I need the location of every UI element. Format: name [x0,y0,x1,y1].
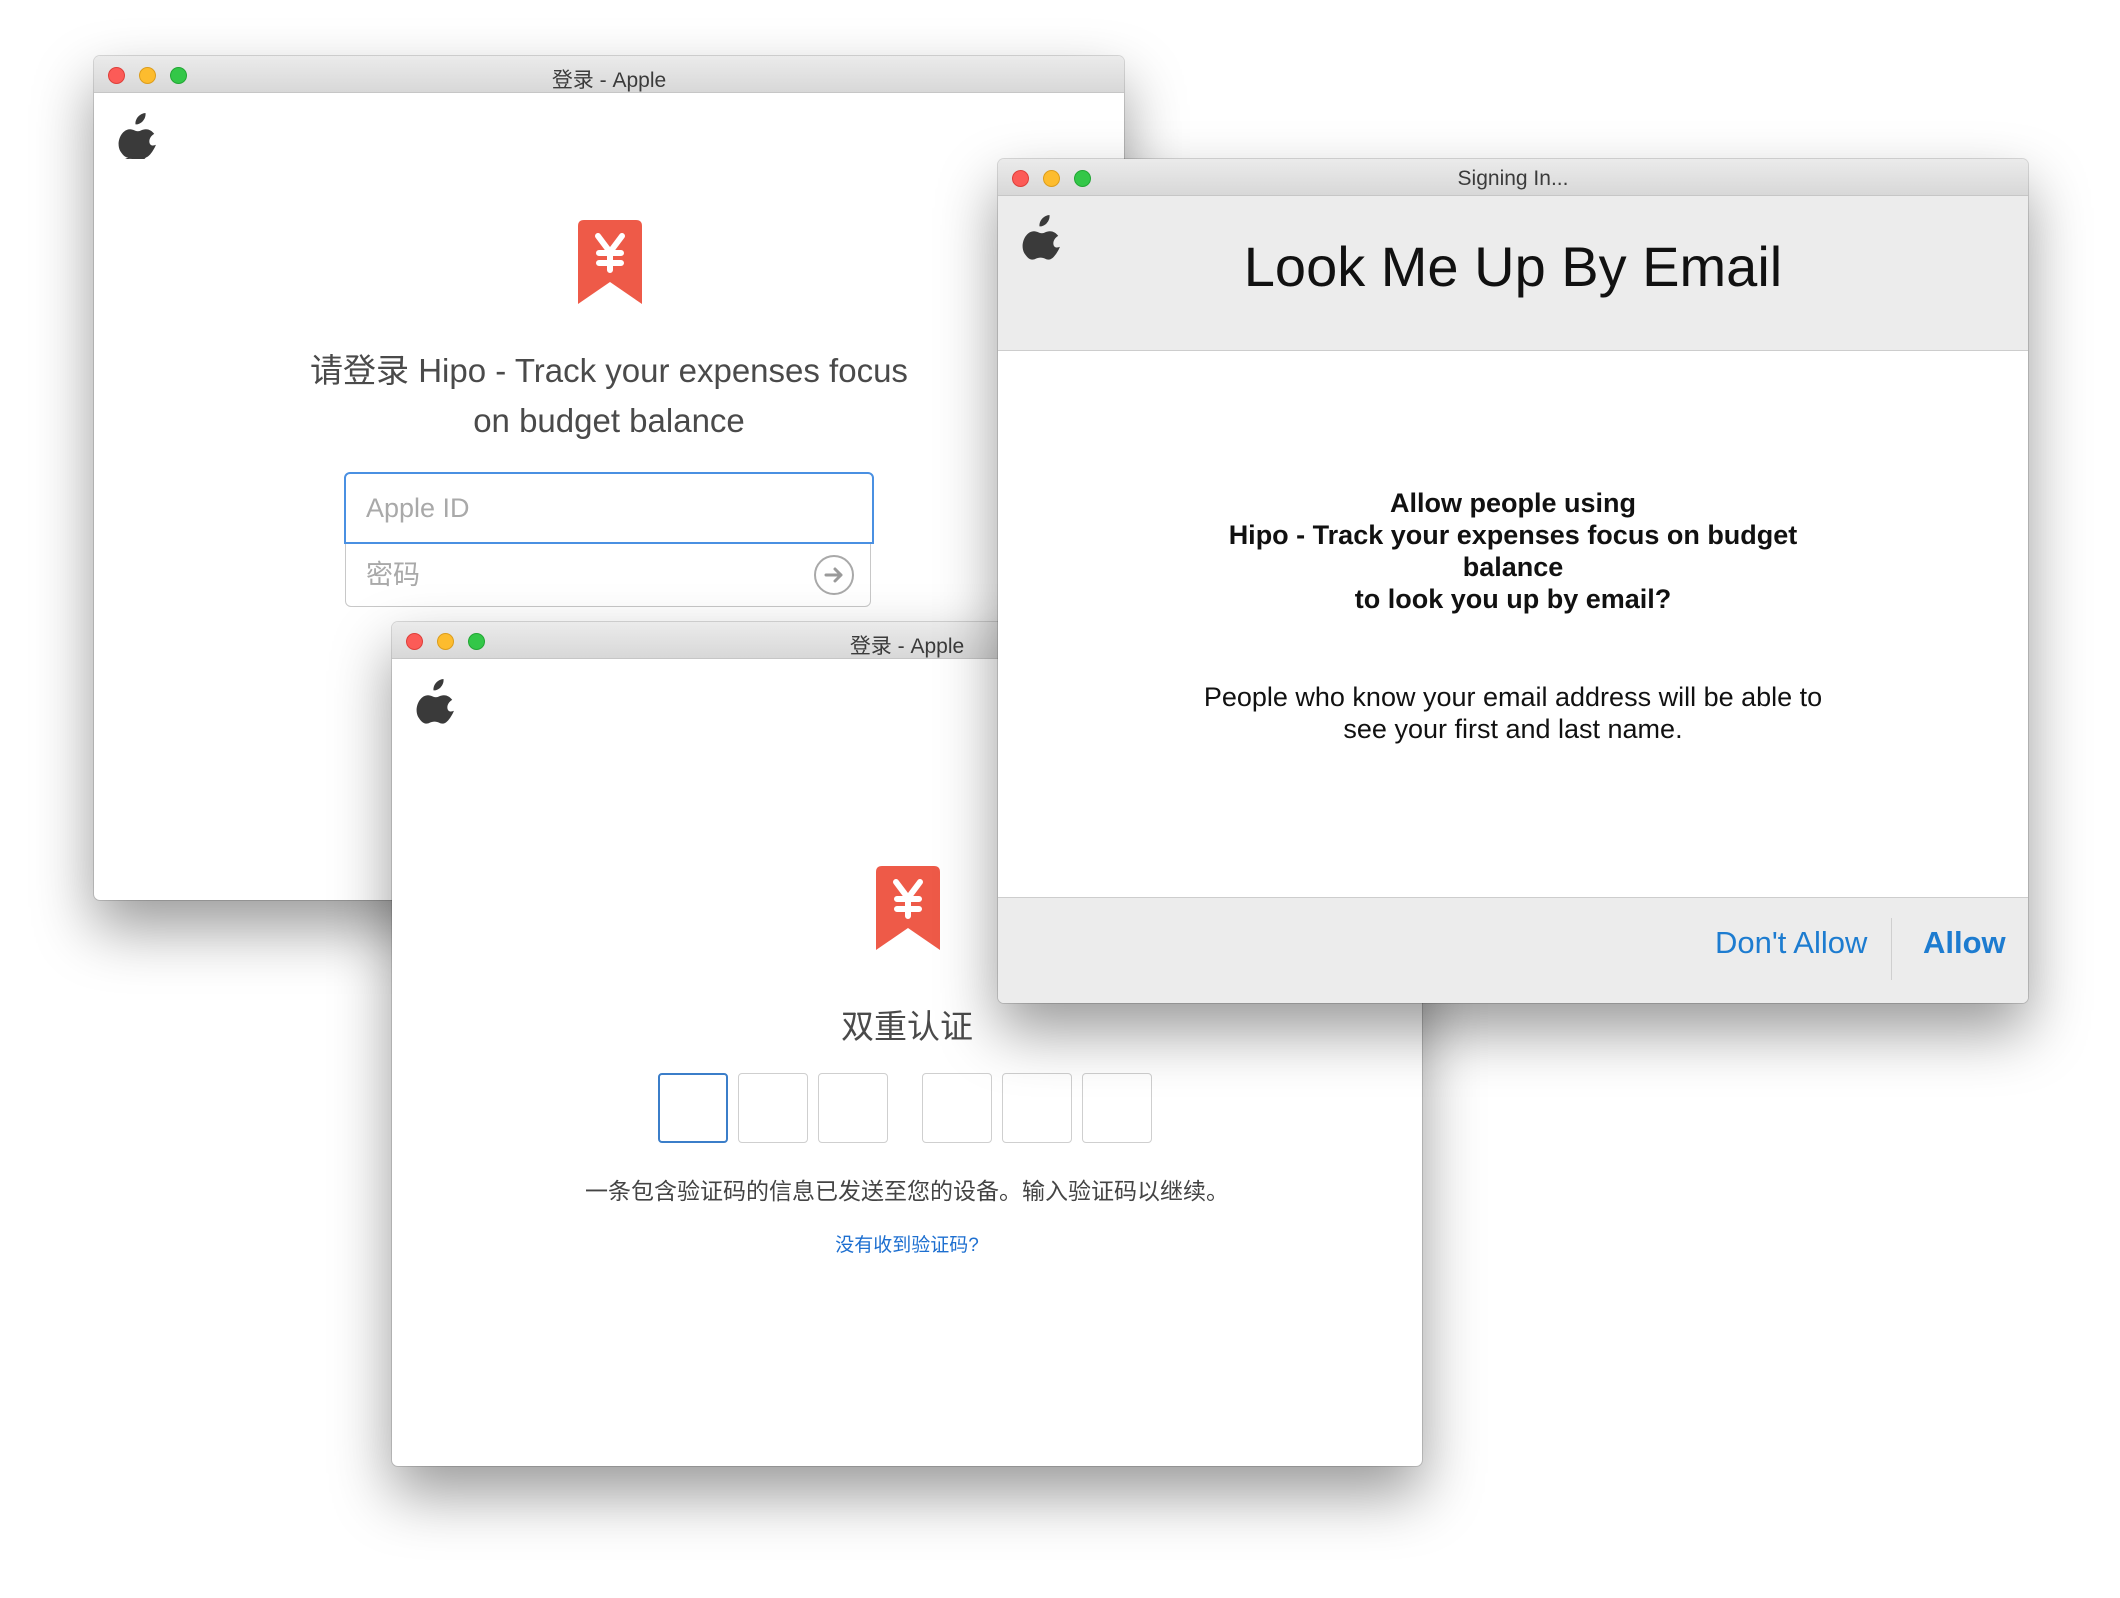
lookup-question: Allow people using Hipo - Track your exp… [1143,487,1883,615]
signin-prompt-line2: on budget balance [473,402,745,439]
lookup-header: Look Me Up By Email [998,196,2028,351]
app-bookmark-yen-icon [876,866,940,950]
code-digit-input[interactable] [818,1073,888,1143]
signin-prompt-line1: 请登录 Hipo - Track your expenses focus [310,352,908,389]
button-divider [1891,918,1892,980]
submit-arrow-button[interactable] [814,555,854,595]
lookup-heading: Look Me Up By Email [1243,235,1783,298]
lookup-explanation-line2: see your first and last name. [1343,714,1683,744]
lookup-titlebar[interactable]: Signing In... [998,159,2028,196]
allow-button[interactable]: Allow [1923,925,2006,961]
lookup-explanation: People who know your email address will … [1153,681,1873,745]
lookup-question-line3: balance [1462,552,1564,582]
signin-prompt: 请登录 Hipo - Track your expenses focus on … [274,346,944,446]
apple-logo-icon [118,111,158,159]
dont-allow-button[interactable]: Don't Allow [1715,925,1867,961]
password-input[interactable] [346,544,786,606]
arrow-right-circle-icon [823,564,845,586]
lookup-question-line1: Allow people using [1389,488,1636,518]
apple-id-input[interactable] [344,472,874,544]
lookup-body: Allow people using Hipo - Track your exp… [998,351,2028,898]
lookup-window: Signing In... Look Me Up By Email Allow … [998,159,2028,1003]
verification-message: 一条包含验证码的信息已发送至您的设备。输入验证码以继续。 [585,1178,1229,1204]
lookup-question-line4: to look you up by email? [1354,584,1672,614]
code-digit-input[interactable] [1082,1073,1152,1143]
code-digit-input[interactable] [658,1073,728,1143]
signin-titlebar[interactable]: 登录 - Apple [94,56,1124,93]
resend-code-link[interactable]: 没有收到验证码? [392,1230,1422,1257]
lookup-explanation-line1: People who know your email address will … [1203,682,1823,712]
lookup-question-line2: Hipo - Track your expenses focus on budg… [1228,520,1798,550]
code-digit-input[interactable] [1002,1073,1072,1143]
code-digit-input[interactable] [738,1073,808,1143]
app-bookmark-yen-icon [578,220,642,304]
twofactor-heading: 双重认证 [841,1008,973,1045]
code-digit-input[interactable] [922,1073,992,1143]
credential-fields [344,472,874,607]
lookup-footer: Don't Allow Allow [998,898,2028,1003]
lookup-window-title: Signing In... [1457,167,1569,190]
apple-logo-icon [416,677,456,725]
signin-window-title: 登录 - Apple [551,69,667,92]
